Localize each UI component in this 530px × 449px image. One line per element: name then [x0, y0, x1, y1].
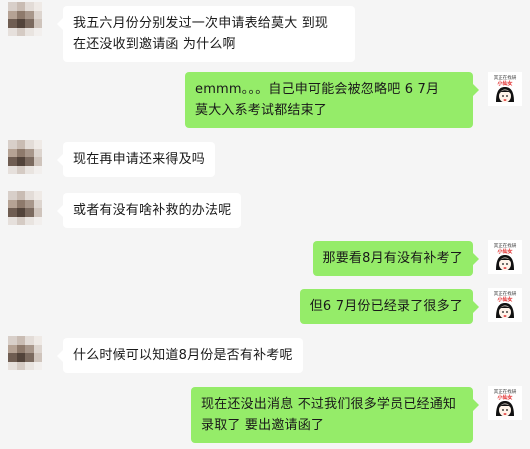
girl-cartoon-icon: 其正在找研 小仙女 — [488, 72, 522, 106]
contact-avatar[interactable] — [8, 2, 42, 36]
contact-avatar[interactable] — [8, 191, 42, 225]
avatar-top-label: 其正在找研 — [494, 290, 517, 297]
avatar-name-label: 小仙女 — [497, 394, 512, 401]
avatar-name-label: 小仙女 — [497, 248, 512, 255]
girl-cartoon-icon: 其正在找研 小仙女 — [488, 288, 522, 322]
avatar-top-label: 其正在找研 — [494, 242, 517, 249]
contact-avatar[interactable] — [8, 336, 42, 370]
incoming-message-bubble[interactable]: 现在再申请还来得及吗 — [56, 142, 216, 177]
incoming-message-bubble[interactable]: 或者有没有啥补救的办法呢 — [56, 193, 242, 228]
my-avatar[interactable]: 其正在找研 小仙女 — [488, 386, 522, 420]
outgoing-message-bubble[interactable]: 但6 7月份已经录了很多了 — [299, 289, 480, 324]
incoming-message-bubble[interactable]: 什么时候可以知道8月份是否有补考呢 — [57, 338, 303, 373]
outgoing-message-bubble[interactable]: 现在还没出消息 不过我们很多学员已经通知 录取了 要出邀请函了 — [191, 387, 479, 443]
avatar-top-label: 其正在找研 — [494, 388, 517, 395]
my-avatar[interactable]: 其正在找研 小仙女 — [488, 288, 522, 322]
my-avatar[interactable]: 其正在找研 小仙女 — [488, 72, 522, 106]
avatar-name-label: 小仙女 — [497, 80, 512, 87]
avatar-name-label: 小仙女 — [497, 296, 512, 303]
outgoing-message-bubble[interactable]: emmm。。。自己申可能会被忽略吧 6 7月 莫大入系考试都结束了 — [185, 72, 479, 128]
avatar-top-label: 其正在找研 — [494, 74, 517, 81]
outgoing-message-bubble[interactable]: 那要看8月有没有补考了 — [312, 241, 480, 276]
girl-cartoon-icon: 其正在找研 小仙女 — [488, 240, 522, 274]
girl-cartoon-icon: 其正在找研 小仙女 — [488, 386, 522, 420]
incoming-message-bubble[interactable]: 我五六月份分别发过一次申请表给莫大 到现 在还没收到邀请函 为什么啊 — [57, 6, 355, 62]
my-avatar[interactable]: 其正在找研 小仙女 — [488, 240, 522, 274]
contact-avatar[interactable] — [8, 140, 42, 174]
